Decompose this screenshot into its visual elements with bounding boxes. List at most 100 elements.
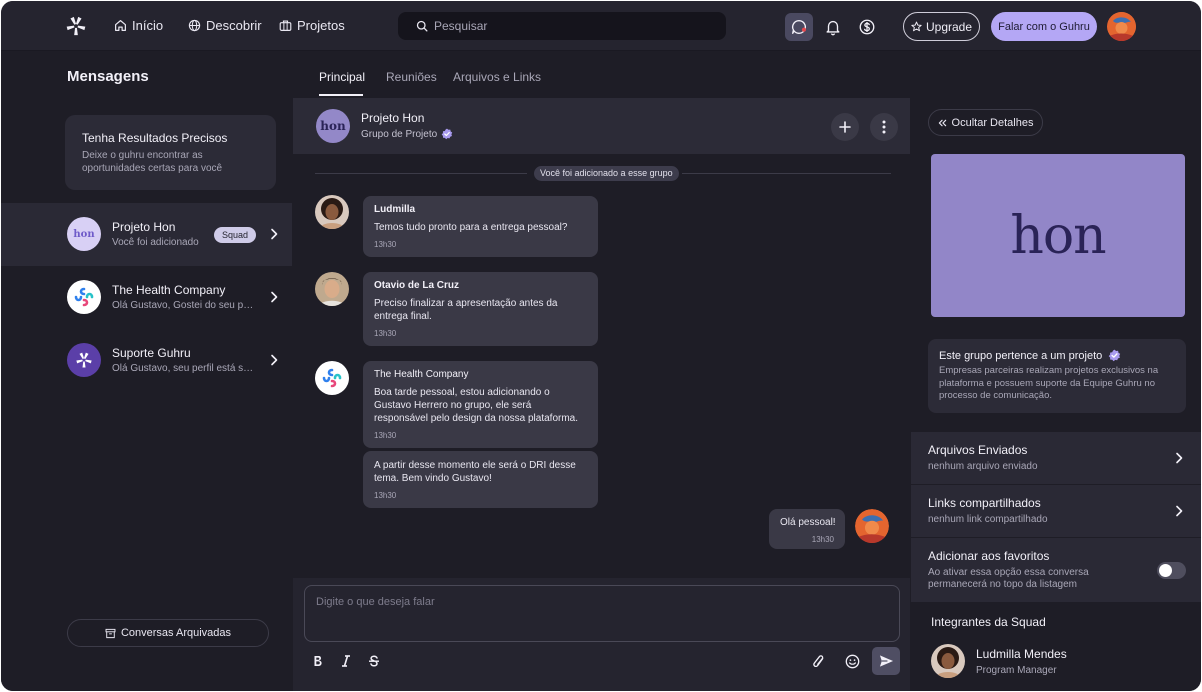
- member-avatar[interactable]: [931, 644, 965, 678]
- archived-label: Conversas Arquivadas: [120, 627, 232, 639]
- conversation-suporte-guhru[interactable]: Suporte Guhru Olá Gustavo, seu perfil es…: [1, 329, 292, 392]
- health-company-logo-icon: [74, 287, 94, 307]
- chevron-right-icon: [1176, 505, 1183, 517]
- app-window: Início Descobrir Projetos Upgrade Falar …: [1, 1, 1201, 691]
- project-info-text: Empresas parceiras realizam projetos exc…: [939, 365, 1159, 401]
- chat-bubble-icon: [792, 20, 807, 34]
- details-panel: Ocultar Detalhes hon Este grupo pertence…: [911, 97, 1201, 691]
- talk-to-guhru-button[interactable]: Falar com o Guhru: [991, 12, 1097, 41]
- shared-links-sub: nenhum link compartilhado: [928, 514, 1048, 525]
- star-icon: [911, 21, 922, 32]
- tab-principal[interactable]: Principal: [319, 70, 365, 84]
- messages-button[interactable]: [785, 13, 813, 41]
- archive-icon: [105, 628, 116, 638]
- bold-icon: [314, 656, 322, 666]
- nav-inicio[interactable]: Início: [114, 18, 163, 33]
- message-bubble: Ludmilla Temos tudo pronto para a entreg…: [363, 196, 598, 257]
- dollar-icon: [859, 19, 875, 35]
- favorites-title: Adicionar aos favoritos: [928, 549, 1050, 563]
- billing-button[interactable]: [853, 13, 881, 41]
- tab-reunioes[interactable]: Reuniões: [386, 70, 437, 84]
- project-info-title: Este grupo pertence a um projeto: [939, 349, 1175, 362]
- conversation-projeto-hon[interactable]: hon Projeto Hon Você foi adicionado Squa…: [1, 203, 292, 266]
- shared-files-row[interactable]: Arquivos Enviados nenhum arquivo enviado: [911, 432, 1201, 484]
- message-time: 13h30: [374, 329, 397, 338]
- notifications-button[interactable]: [819, 13, 847, 41]
- message-author: Otavio de La Cruz: [374, 280, 460, 291]
- briefcase-icon: [279, 20, 292, 31]
- favorites-toggle[interactable]: [1157, 562, 1186, 579]
- message-bubble: A partir desse momento ele será o DRI de…: [363, 451, 598, 508]
- divider-line: [682, 173, 891, 174]
- kebab-menu-icon: [882, 120, 886, 134]
- search-bar[interactable]: [398, 12, 726, 40]
- favorites-sub: Ao ativar essa opção essa conversa perma…: [928, 567, 1089, 590]
- otavio-avatar-image: [315, 272, 349, 306]
- ludmilla-avatar: [315, 195, 349, 229]
- promo-title: Tenha Resultados Precisos: [82, 131, 228, 145]
- nav-descobrir-label: Descobrir: [206, 18, 262, 33]
- chat-subtitle: Grupo de Projeto: [361, 128, 453, 140]
- nav-projetos[interactable]: Projetos: [279, 18, 345, 33]
- upgrade-label: Upgrade: [925, 19, 973, 34]
- emoji-button[interactable]: [844, 653, 860, 669]
- my-message-bubble: Olá pessoal! 13h30: [769, 509, 845, 549]
- user-avatar[interactable]: [1107, 12, 1136, 41]
- message-author: Ludmilla: [374, 204, 416, 215]
- chat-panel: Principal Reuniões Arquivos e Links hon …: [293, 52, 910, 691]
- upgrade-button[interactable]: Upgrade: [903, 12, 980, 41]
- add-member-button[interactable]: [831, 113, 859, 141]
- squad-members-title: Integrantes da Squad: [931, 615, 1046, 629]
- guhru-logo-icon[interactable]: [65, 15, 87, 37]
- project-logo-text: hon: [1010, 205, 1106, 266]
- globe-icon: [188, 19, 201, 32]
- home-icon: [115, 20, 126, 31]
- project-info-title-text: Este grupo pertence a um projeto: [939, 349, 1103, 362]
- chat-header: hon Projeto Hon Grupo de Projeto: [293, 98, 910, 154]
- more-options-button[interactable]: [870, 113, 898, 141]
- verified-icon: [441, 128, 453, 140]
- health-company-message-avatar: [315, 361, 349, 395]
- send-button[interactable]: [872, 647, 900, 675]
- bell-icon: [826, 20, 840, 36]
- divider-line: [315, 173, 527, 174]
- archived-conversations-button[interactable]: Conversas Arquivadas: [67, 619, 269, 647]
- chevron-right-icon: [1176, 452, 1183, 464]
- conversations-sidebar: Mensagens Tenha Resultados Precisos Deix…: [1, 52, 292, 691]
- plus-icon: [839, 121, 851, 133]
- shared-links-row[interactable]: Links compartilhados nenhum link compart…: [911, 485, 1201, 537]
- guhru-logo-icon: [76, 352, 92, 368]
- italic-button[interactable]: [338, 653, 354, 669]
- otavio-avatar: [315, 272, 349, 306]
- conversation-health-company[interactable]: The Health Company Olá Gustavo, Gostei d…: [1, 266, 292, 329]
- bold-button[interactable]: [310, 653, 326, 669]
- conversation-preview: Olá Gustavo, Gostei do seu perfil: [112, 300, 256, 311]
- projeto-hon-avatar-text: hon: [73, 228, 95, 240]
- attach-button[interactable]: [810, 653, 826, 669]
- search-input[interactable]: [434, 19, 714, 33]
- hide-details-label: Ocultar Detalhes: [951, 116, 1034, 129]
- health-company-logo-icon: [322, 368, 342, 388]
- tab-arquivos-links[interactable]: Arquivos e Links: [453, 70, 541, 84]
- project-info-card: Este grupo pertence a um projeto Empresa…: [928, 339, 1186, 413]
- top-navbar: Início Descobrir Projetos Upgrade Falar …: [1, 1, 1201, 51]
- health-company-avatar: [67, 280, 101, 314]
- nav-inicio-label: Início: [132, 18, 164, 33]
- promo-card[interactable]: Tenha Resultados Precisos Deixe o guhru …: [65, 115, 276, 190]
- message-bubble: Otavio de La Cruz Preciso finalizar a ap…: [363, 272, 598, 346]
- sidebar-title: Mensagens: [67, 68, 149, 85]
- projeto-hon-avatar: hon: [67, 217, 101, 251]
- strikethrough-button[interactable]: [366, 653, 382, 669]
- message-input[interactable]: [304, 585, 900, 642]
- user-avatar-image: [1107, 12, 1136, 41]
- chevron-right-icon: [271, 228, 278, 240]
- shared-files-title: Arquivos Enviados: [928, 443, 1028, 457]
- hide-details-button[interactable]: Ocultar Detalhes: [928, 109, 1043, 136]
- chat-avatar: hon: [316, 109, 350, 143]
- nav-descobrir[interactable]: Descobrir: [188, 18, 262, 33]
- smiley-icon: [845, 654, 859, 668]
- member-name: Ludmilla Mendes: [976, 647, 1067, 661]
- promo-text: Deixe o guhru encontrar as oportunidades…: [82, 150, 223, 174]
- chat-title: Projeto Hon: [361, 111, 425, 125]
- conversation-name: Suporte Guhru: [112, 346, 191, 360]
